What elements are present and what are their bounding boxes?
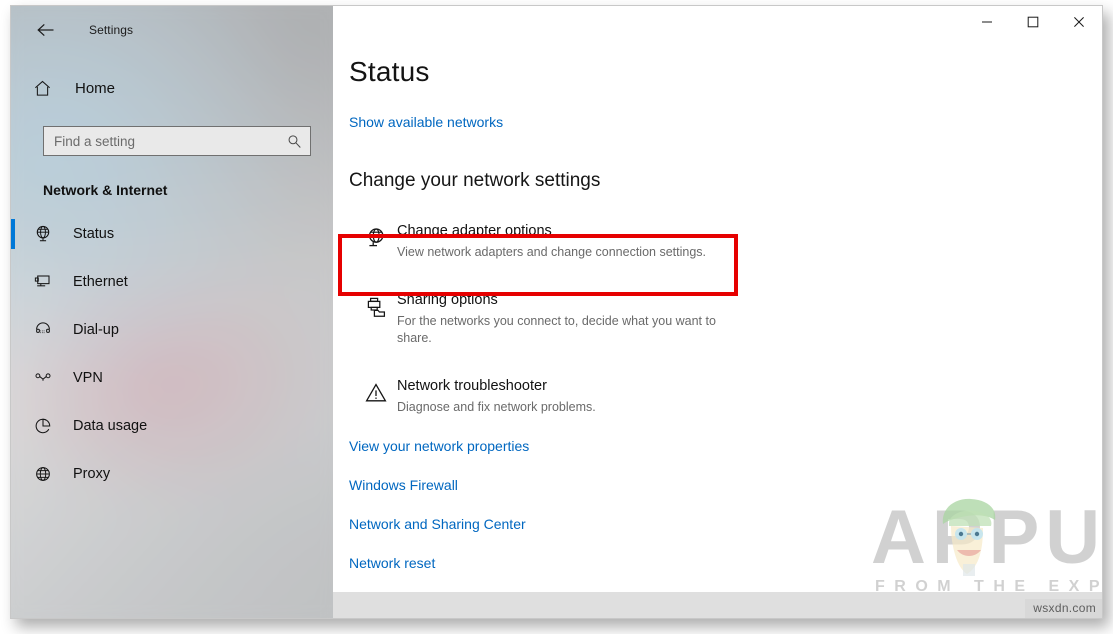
home-label: Home — [75, 79, 116, 97]
sidebar-item-proxy[interactable]: Proxy — [11, 450, 333, 498]
sidebar-item-label: Data usage — [73, 418, 148, 434]
sidebar-category-heading: Network & Internet — [43, 182, 168, 198]
sidebar-item-dial-up[interactable]: Dial-up — [11, 306, 333, 354]
home-icon — [33, 79, 63, 98]
minimize-button[interactable] — [964, 6, 1010, 38]
pie-chart-icon — [33, 416, 61, 436]
warning-triangle-icon — [359, 377, 393, 405]
sidebar-nav-list: Status Ethernet Dial-up VPN Data usage P… — [11, 210, 333, 498]
site-tag: wsxdn.com — [1025, 599, 1102, 618]
link-network-and-sharing-center[interactable]: Network and Sharing Center — [349, 516, 1102, 532]
maximize-icon — [1027, 16, 1039, 28]
sidebar-item-vpn[interactable]: VPN — [11, 354, 333, 402]
watermark-bottom-strip — [333, 592, 1102, 618]
setting-change-adapter-options[interactable]: Change adapter options View network adap… — [349, 214, 749, 269]
sidebar-item-label: Ethernet — [73, 274, 128, 290]
sidebar: Settings Home Find a setting Network & I… — [11, 6, 333, 618]
minimize-icon — [982, 21, 992, 23]
sidebar-item-data-usage[interactable]: Data usage — [11, 402, 333, 450]
sidebar-item-home[interactable]: Home — [11, 68, 333, 108]
setting-title: Change adapter options — [397, 223, 552, 239]
link-windows-firewall[interactable]: Windows Firewall — [349, 477, 1102, 493]
sidebar-item-label: Proxy — [73, 466, 111, 482]
network-settings-list: Change adapter options View network adap… — [349, 214, 1102, 424]
selection-accent-bar — [11, 411, 15, 441]
setting-title: Sharing options — [397, 292, 498, 308]
show-available-networks-link[interactable]: Show available networks — [349, 114, 503, 130]
selection-accent-bar — [11, 459, 15, 489]
sidebar-item-status[interactable]: Status — [11, 210, 333, 258]
vpn-icon — [33, 368, 61, 388]
selection-accent-bar — [11, 363, 15, 393]
back-arrow-icon — [37, 23, 54, 37]
setting-description: For the networks you connect to, decide … — [397, 314, 716, 345]
close-button[interactable] — [1056, 6, 1102, 38]
ethernet-icon — [33, 272, 61, 292]
search-input[interactable] — [54, 133, 287, 149]
back-button[interactable] — [29, 15, 63, 45]
close-icon — [1074, 17, 1084, 27]
dialup-modem-icon — [33, 320, 61, 340]
setting-description: View network adapters and change connect… — [397, 245, 706, 259]
sidebar-item-label: Status — [73, 226, 115, 242]
printer-folder-icon — [359, 291, 393, 319]
setting-network-troubleshooter[interactable]: Network troubleshooter Diagnose and fix … — [349, 369, 749, 424]
app-title: Settings — [89, 23, 134, 37]
content-pane: Status Show available networks Change yo… — [333, 6, 1102, 618]
sidebar-item-label: Dial-up — [73, 322, 119, 338]
sidebar-item-ethernet[interactable]: Ethernet — [11, 258, 333, 306]
globe-monitor-icon — [359, 222, 393, 250]
settings-window: Settings Home Find a setting Network & I… — [10, 5, 1103, 619]
search-icon[interactable] — [287, 134, 302, 149]
setting-sharing-options[interactable]: Sharing options For the networks you con… — [349, 283, 749, 355]
page-title: Status — [349, 56, 430, 87]
related-links-list: View your network properties Windows Fir… — [349, 438, 1102, 571]
link-view-network-properties[interactable]: View your network properties — [349, 438, 1102, 454]
selection-accent-bar — [11, 219, 15, 249]
setting-title: Network troubleshooter — [397, 378, 547, 394]
globe-icon — [33, 464, 61, 484]
setting-description: Diagnose and fix network problems. — [397, 400, 596, 414]
maximize-button[interactable] — [1010, 6, 1056, 38]
titlebar-left: Settings — [11, 6, 333, 54]
window-controls — [964, 6, 1102, 38]
selection-accent-bar — [11, 267, 15, 297]
link-network-reset[interactable]: Network reset — [349, 555, 1102, 571]
section-heading: Change your network settings — [349, 170, 601, 191]
search-box[interactable] — [43, 126, 311, 156]
selection-accent-bar — [11, 315, 15, 345]
globe-monitor-icon — [33, 224, 61, 244]
sidebar-item-label: VPN — [73, 370, 103, 386]
